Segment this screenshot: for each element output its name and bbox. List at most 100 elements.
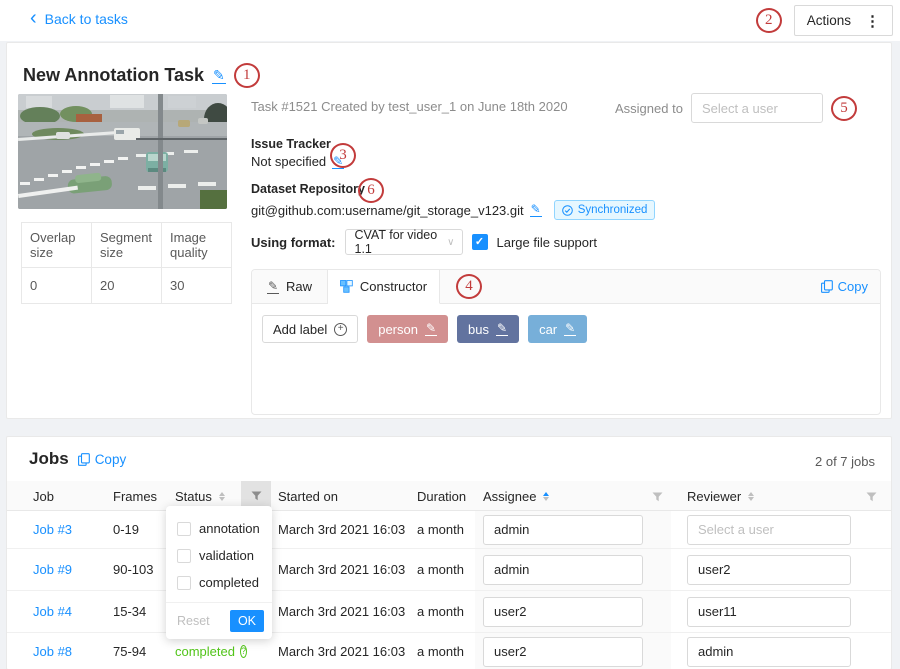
cvat-task-page: ‹ Back to tasks 2 Actions ⋮ New Annotati… <box>0 0 900 669</box>
filter-checkbox-validation[interactable] <box>177 549 191 563</box>
job-link[interactable]: Job #3 <box>33 522 72 537</box>
back-link-label: Back to tasks <box>45 11 128 27</box>
copy-icon <box>821 280 833 293</box>
edit-label-icon[interactable]: ✎ <box>496 322 508 336</box>
started-cell: March 3rd 2021 16:03 <box>271 562 409 577</box>
edit-repository-icon[interactable]: ✎ <box>530 203 542 217</box>
param-header-segment: Segment size <box>92 223 162 268</box>
filter-option-annotation-label: annotation <box>199 521 260 536</box>
sort-carets-icon <box>219 492 225 501</box>
column-status[interactable]: Status <box>175 489 241 504</box>
reviewer-input[interactable] <box>687 515 851 545</box>
edit-title-icon[interactable]: ✎ <box>212 68 226 84</box>
large-file-support-label: Large file support <box>497 235 597 250</box>
jobs-count-text: 2 of 7 jobs <box>815 454 875 469</box>
jobs-table-header: Job Frames Status Started on Duration As… <box>7 481 891 511</box>
build-blocks-icon <box>340 280 353 293</box>
jobs-table: Job Frames Status Started on Duration As… <box>7 481 891 669</box>
assigned-to-input[interactable] <box>691 93 823 123</box>
labels-editor-panel: ✎ Raw Constructor 4 <box>251 269 881 415</box>
reviewer-input[interactable] <box>687 637 851 667</box>
status-completed-text: completed <box>175 644 235 659</box>
copy-labels-label: Copy <box>838 279 868 294</box>
callout-1: 1 <box>234 63 260 88</box>
question-circle-icon: ? <box>240 645 247 658</box>
callout-2: 2 <box>756 8 782 33</box>
edit-label-icon[interactable]: ✎ <box>425 322 437 336</box>
reviewer-input[interactable] <box>687 555 851 585</box>
issue-tracker-label: Issue Tracker <box>251 137 331 151</box>
filter-reset-button[interactable]: Reset <box>177 614 210 628</box>
filter-checkbox-annotation[interactable] <box>177 522 191 536</box>
tab-raw[interactable]: ✎ Raw <box>252 270 328 303</box>
check-circle-icon <box>562 205 573 216</box>
dataset-repository-label: Dataset Repository <box>251 182 365 196</box>
filter-ok-button[interactable]: OK <box>230 610 264 632</box>
column-assignee[interactable]: Assignee <box>475 489 671 504</box>
top-bar: ‹ Back to tasks 2 Actions ⋮ <box>0 0 900 41</box>
filter-option-annotation[interactable]: annotation <box>166 515 272 542</box>
labels-editor-tabbar: ✎ Raw Constructor 4 <box>252 270 880 304</box>
actions-button[interactable]: Actions ⋮ <box>794 5 893 36</box>
reviewer-filter-button[interactable] <box>866 489 877 504</box>
param-header-overlap: Overlap size <box>22 223 92 268</box>
actions-button-label: Actions <box>807 13 851 28</box>
repository-url: git@github.com:username/git_storage_v123… <box>251 203 524 218</box>
job-link[interactable]: Job #9 <box>33 562 72 577</box>
status-cell: completed ? <box>175 644 241 659</box>
label-chip-car-name: car <box>539 322 557 337</box>
filter-checkbox-completed[interactable] <box>177 576 191 590</box>
copy-jobs-link[interactable]: Copy <box>78 452 127 467</box>
tab-raw-label: Raw <box>286 279 312 294</box>
assignee-input[interactable] <box>483 597 643 627</box>
label-chip-person[interactable]: person ✎ <box>367 315 448 343</box>
assignee-input[interactable] <box>483 637 643 667</box>
label-chip-person-name: person <box>378 322 418 337</box>
task-meta-text: Task #1521 Created by test_user_1 on Jun… <box>251 99 568 114</box>
plus-circle-icon: + <box>334 323 347 336</box>
param-value-segment: 20 <box>92 268 162 304</box>
duration-cell: a month <box>409 604 475 619</box>
pencil-icon: ✎ <box>267 280 279 294</box>
filter-option-validation[interactable]: validation <box>166 542 272 569</box>
column-assignee-label: Assignee <box>483 489 536 504</box>
job-link[interactable]: Job #8 <box>33 644 72 659</box>
reviewer-input[interactable] <box>687 597 851 627</box>
jobs-card: Jobs Copy 2 of 7 jobs Job Frames Status <box>6 436 892 669</box>
jobs-title: Jobs <box>29 449 69 469</box>
copy-labels-link[interactable]: Copy <box>821 270 880 303</box>
filter-funnel-icon <box>652 492 663 502</box>
add-label-button[interactable]: Add label + <box>262 315 358 343</box>
format-select[interactable]: CVAT for video 1.1 ∨ <box>345 229 463 255</box>
duration-cell: a month <box>409 644 475 659</box>
column-job: Job <box>33 489 113 504</box>
labels-list: Add label + person ✎ bus ✎ car ✎ <box>252 304 880 354</box>
add-label-button-text: Add label <box>273 322 327 337</box>
assignee-filter-button[interactable] <box>652 489 663 504</box>
label-chip-car[interactable]: car ✎ <box>528 315 587 343</box>
column-frames: Frames <box>113 489 175 504</box>
assignee-input[interactable] <box>483 555 643 585</box>
assignee-input[interactable] <box>483 515 643 545</box>
task-params-table: Overlap size Segment size Image quality … <box>21 222 232 304</box>
job-link[interactable]: Job #4 <box>33 604 72 619</box>
filter-option-completed[interactable]: completed <box>166 569 272 596</box>
using-format-label: Using format: <box>251 235 336 250</box>
format-select-value: CVAT for video 1.1 <box>355 228 442 256</box>
column-duration: Duration <box>409 489 475 504</box>
sync-status-text: Synchronized <box>578 204 648 216</box>
column-reviewer-label: Reviewer <box>687 489 741 504</box>
param-value-overlap: 0 <box>22 268 92 304</box>
back-to-tasks-link[interactable]: ‹ Back to tasks <box>30 11 128 27</box>
tab-constructor[interactable]: Constructor <box>328 270 440 304</box>
task-preview-image <box>18 94 227 209</box>
callout-4: 4 <box>456 274 482 299</box>
column-reviewer[interactable]: Reviewer <box>671 489 877 504</box>
large-file-support-checkbox[interactable] <box>472 234 488 250</box>
label-chip-bus[interactable]: bus ✎ <box>457 315 519 343</box>
filter-option-completed-label: completed <box>199 575 259 590</box>
job-row: Job #9 90-103 March 3rd 2021 16:03 a mon… <box>7 549 891 591</box>
edit-label-icon[interactable]: ✎ <box>564 322 576 336</box>
job-row: Job #8 75-94 completed ? March 3rd 2021 … <box>7 633 891 669</box>
callout-3: 3 <box>330 143 356 168</box>
